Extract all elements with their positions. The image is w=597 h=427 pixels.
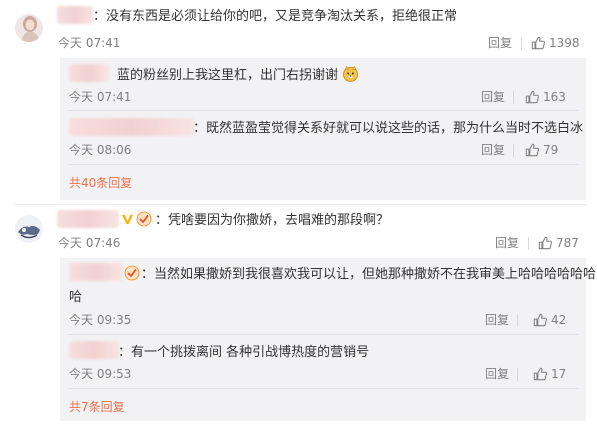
like-button[interactable]: 17: [533, 366, 566, 382]
thumb-up-icon: [533, 367, 547, 381]
like-button[interactable]: 42: [533, 312, 566, 328]
reply-author-name[interactable]: [69, 341, 119, 359]
reply-button[interactable]: 回复: [485, 312, 509, 328]
reply-text-continued: 哈: [69, 290, 83, 305]
like-count: 17: [551, 367, 567, 381]
user-badges: [121, 211, 152, 227]
divider: [517, 314, 518, 327]
reply-separator: [68, 334, 578, 335]
comment-text: ：凭啥要因为你撒娇，去唱难的那段啊？: [155, 213, 390, 228]
reply-text: ：有一个挑拨离间 各种引战博热度的营销号: [118, 345, 370, 360]
like-button[interactable]: 787: [538, 235, 579, 251]
user-badges: [124, 265, 140, 281]
like-count: 787: [556, 236, 579, 250]
divider: [528, 237, 529, 250]
reply-button[interactable]: 回复: [485, 366, 509, 382]
reply-text: ：当然如果撒娇到我很喜欢我可以让，但她那种撒娇不在我审美上哈哈哈哈哈哈: [141, 267, 597, 282]
avatar[interactable]: [15, 215, 43, 243]
thumb-up-icon: [533, 313, 547, 327]
thumb-up-icon: [538, 236, 552, 250]
comment-2: ：凭啥要因为你撒娇，去唱难的那段啊？ 今天 07:46 回复 787 ：当然如果…: [0, 0, 597, 427]
verified-v-icon: [121, 214, 134, 224]
reply-time: 今天 09:53: [69, 367, 132, 381]
fan-badge-icon: [124, 265, 140, 281]
reply-separator: [68, 388, 578, 389]
comment-section: ：没有东西是必须让给你的吧，又是竞争淘汰关系，拒绝很正常 今天 07:41 回复…: [0, 0, 597, 427]
fan-badge-icon: [136, 211, 152, 227]
commenter-name[interactable]: [57, 210, 119, 228]
comment-time: 今天 07:46: [58, 236, 121, 250]
reply-author-name[interactable]: [69, 263, 123, 281]
like-count: 42: [551, 313, 567, 327]
view-more-replies-link[interactable]: 共7条回复: [69, 399, 125, 415]
reply-button[interactable]: 回复: [495, 235, 519, 251]
reply-time: 今天 09:35: [69, 313, 132, 327]
divider: [517, 368, 518, 381]
avatar-image: [15, 215, 43, 243]
